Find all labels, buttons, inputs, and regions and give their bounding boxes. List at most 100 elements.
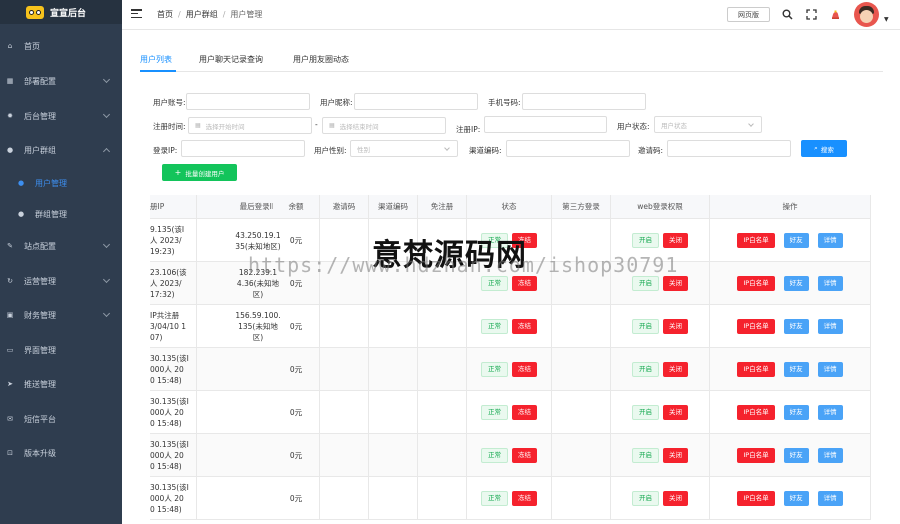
bell-icon[interactable] (828, 7, 842, 21)
detail-button[interactable]: 详情 (817, 405, 843, 420)
end-time-input[interactable]: ▦ 选择结束时间 (322, 117, 446, 134)
invite-input[interactable] (667, 140, 791, 157)
detail-button[interactable]: 详情 (817, 276, 843, 291)
reg-ip-line: 19:23) (150, 247, 175, 256)
sidebar-item-push[interactable]: ➤ 推送管理 (0, 367, 122, 401)
friend-button[interactable]: 好友 (783, 491, 809, 506)
channel-input[interactable] (506, 140, 630, 157)
login-ip-input[interactable] (181, 140, 305, 157)
friend-button[interactable]: 好友 (783, 405, 809, 420)
ip-whitelist-button[interactable]: IP白名单 (737, 362, 775, 377)
web-login-off-button[interactable]: 关闭 (663, 362, 688, 377)
friend-button[interactable]: 好友 (783, 276, 809, 291)
cell-empty (418, 477, 467, 520)
ip-whitelist-button[interactable]: IP白名单 (737, 405, 775, 420)
sidebar-item-upgrade[interactable]: ⊡ 版本升级 (0, 436, 122, 470)
friend-button[interactable]: 好友 (783, 362, 809, 377)
detail-button[interactable]: 详情 (817, 233, 843, 248)
channel-label: 渠道编码: (469, 146, 502, 155)
ip-whitelist-button[interactable]: IP白名单 (737, 448, 775, 463)
phone-input[interactable] (522, 93, 646, 110)
gender-select[interactable]: 性别 (350, 140, 458, 157)
account-input[interactable] (186, 93, 310, 110)
sidebar-item-admin[interactable]: ✹ 后台管理 (0, 99, 122, 133)
web-login-on-button[interactable]: 开启 (632, 362, 659, 377)
menu-toggle-icon[interactable] (131, 9, 142, 19)
chevron-down-icon[interactable]: ▼ (884, 16, 889, 23)
ip-whitelist-button[interactable]: IP白名单 (737, 233, 775, 248)
balance-value: 0元 (289, 279, 303, 288)
calendar-icon: ▦ (195, 122, 201, 129)
start-time-input[interactable]: ▦ 选择开始时间 (188, 117, 312, 134)
sidebar-item-user-group[interactable]: ● 用户群组 (0, 133, 122, 167)
cell-status: 正常 冻结 (467, 305, 552, 348)
cell-actions: IP白名单 好友 详情 (710, 262, 871, 305)
avatar[interactable] (854, 2, 879, 27)
chevron-down-icon (748, 121, 754, 127)
ip-whitelist-button[interactable]: IP白名单 (737, 319, 775, 334)
web-login-off-button[interactable]: 关闭 (663, 491, 688, 506)
freeze-button[interactable]: 冻结 (512, 276, 537, 291)
web-login-on-button[interactable]: 开启 (632, 491, 659, 506)
web-login-on-button[interactable]: 开启 (632, 276, 659, 291)
balance-value: 0元 (289, 408, 303, 417)
web-login-off-button[interactable]: 关闭 (663, 405, 688, 420)
web-login-off-button[interactable]: 关闭 (663, 233, 688, 248)
breadcrumb-home[interactable]: 首页 (157, 10, 173, 19)
sidebar-item-site-config[interactable]: ✎ 站点配置 (0, 229, 122, 263)
freeze-button[interactable]: 冻结 (512, 362, 537, 377)
detail-button[interactable]: 详情 (817, 491, 843, 506)
ip-whitelist-button[interactable]: IP白名单 (737, 276, 775, 291)
status-select[interactable]: 用户状态 (654, 116, 762, 133)
cell-third-party (552, 434, 611, 477)
status-normal-badge: 正常 (481, 319, 508, 334)
web-login-on-button[interactable]: 开启 (632, 233, 659, 248)
freeze-button[interactable]: 冻结 (512, 448, 537, 463)
freeze-button[interactable]: 冻结 (512, 319, 537, 334)
batch-create-button[interactable]: + 批量创建用户 (162, 164, 237, 181)
fullscreen-icon[interactable] (804, 7, 818, 21)
web-login-on-button[interactable]: 开启 (632, 405, 659, 420)
freeze-button[interactable]: 冻结 (512, 405, 537, 420)
cell-balance: 0元 (273, 391, 320, 434)
app-logo[interactable]: 宣宣后台 (0, 0, 122, 24)
search-icon[interactable] (780, 7, 794, 21)
nickname-input[interactable] (354, 93, 478, 110)
web-login-on-button[interactable]: 开启 (632, 448, 659, 463)
tab-moments[interactable]: 用户朋友圈动态 (293, 52, 349, 72)
sidebar-item-user-management[interactable]: ● 用户管理 (0, 166, 122, 200)
ip-whitelist-button[interactable]: IP白名单 (737, 491, 775, 506)
sidebar-item-finance[interactable]: ▣ 财务管理 (0, 298, 122, 332)
web-login-off-button[interactable]: 关闭 (663, 276, 688, 291)
tab-chat-records[interactable]: 用户聊天记录查询 (199, 52, 263, 72)
web-login-on-button[interactable]: 开启 (632, 319, 659, 334)
search-button[interactable]: ⌕ 搜索 (801, 140, 847, 157)
home-icon: ⌂ (7, 42, 13, 50)
cell-actions: IP白名单 好友 详情 (710, 434, 871, 477)
reg-ip-input[interactable] (484, 116, 607, 133)
web-login-off-button[interactable]: 关闭 (663, 448, 688, 463)
cell-empty (369, 434, 418, 477)
sidebar-item-interface[interactable]: ▭ 界面管理 (0, 333, 122, 367)
web-login-off-button[interactable]: 关闭 (663, 319, 688, 334)
web-version-button[interactable]: 网页版 (727, 7, 770, 22)
top-header: 首页 / 用户群组 / 用户管理 网页版 ▼ (122, 0, 900, 30)
sidebar-item-sms[interactable]: ✉ 短信平台 (0, 402, 122, 436)
sidebar-item-home[interactable]: ⌂ 首页 (0, 29, 122, 63)
friend-button[interactable]: 好友 (783, 319, 809, 334)
sidebar-item-group-management[interactable]: ● 群组管理 (0, 197, 122, 231)
detail-button[interactable]: 详情 (817, 448, 843, 463)
friend-button[interactable]: 好友 (783, 448, 809, 463)
friend-button[interactable]: 好友 (783, 233, 809, 248)
refresh-icon: ↻ (7, 277, 13, 285)
reg-ip-line: 人 2023/ (150, 279, 182, 288)
detail-button[interactable]: 详情 (817, 319, 843, 334)
detail-button[interactable]: 详情 (817, 362, 843, 377)
sidebar-item-deploy-config[interactable]: ▦ 部署配置 (0, 64, 122, 98)
freeze-button[interactable]: 冻结 (512, 491, 537, 506)
tab-user-list[interactable]: 用户列表 (140, 52, 176, 72)
chevron-down-icon (102, 110, 111, 119)
reg-ip-line: IP共注册 (150, 311, 180, 320)
sidebar-item-operations[interactable]: ↻ 运营管理 (0, 264, 122, 298)
breadcrumb-group[interactable]: 用户群组 (186, 10, 218, 19)
